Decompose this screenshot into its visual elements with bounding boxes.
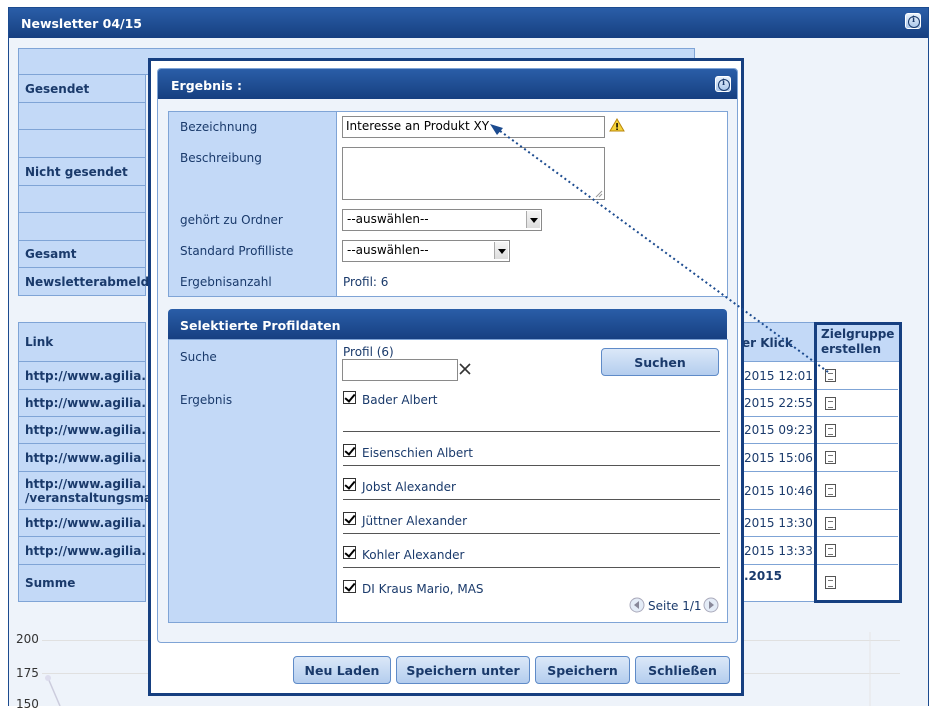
result-divider <box>343 431 720 432</box>
ergebnis-label: Ergebnis <box>180 393 233 407</box>
speichern-button[interactable]: Speichern <box>535 656 630 684</box>
suchen-button[interactable]: Suchen <box>601 348 719 376</box>
pager-label: Seite 1/1 <box>648 599 702 613</box>
result-name: Kohler Alexander <box>362 548 465 562</box>
suche-input[interactable] <box>342 359 458 381</box>
bezeichnung-input[interactable]: Interesse an Produkt XY <box>342 116 605 138</box>
dialog-body: Ergebnis : Bezeichnung Interesse an Prod… <box>157 68 738 643</box>
result-name: DI Kraus Mario, MAS <box>362 582 484 596</box>
beschreibung-label: Beschreibung <box>180 151 262 165</box>
chevron-down-icon <box>526 211 540 228</box>
result-checkbox[interactable] <box>343 580 356 593</box>
result-checkbox[interactable] <box>343 391 356 404</box>
suche-label: Suche <box>180 350 217 364</box>
neu-laden-button[interactable]: Neu Laden <box>293 656 391 684</box>
profilliste-select-value: --auswählen-- <box>347 243 429 257</box>
profil-count: Profil (6) <box>343 345 394 359</box>
section-title: Selektierte Profildaten <box>168 309 727 340</box>
clear-icon[interactable] <box>458 362 472 376</box>
result-checkbox[interactable] <box>343 546 356 559</box>
result-name: Jobst Alexander <box>362 480 456 494</box>
result-divider <box>343 533 720 534</box>
result-name: Jüttner Alexander <box>362 514 467 528</box>
profilliste-label: Standard Profilliste <box>180 244 294 258</box>
result-name: Eisenschien Albert <box>362 446 473 460</box>
info-icon[interactable] <box>715 76 731 92</box>
warning-icon <box>609 118 625 132</box>
result-checkbox[interactable] <box>343 512 356 525</box>
result-checkbox[interactable] <box>343 478 356 491</box>
speichern-unter-button[interactable]: Speichern unter <box>396 656 530 684</box>
ordner-select[interactable]: --auswählen-- <box>342 209 542 231</box>
prev-page-icon[interactable] <box>629 597 645 613</box>
bezeichnung-label: Bezeichnung <box>180 120 258 134</box>
result-divider <box>343 465 720 466</box>
ergebnis-form: Bezeichnung Interesse an Produkt XY Besc… <box>168 111 728 297</box>
result-divider <box>343 499 720 500</box>
ergebnisanzahl-label: Ergebnisanzahl <box>180 275 272 289</box>
result-divider <box>343 567 720 568</box>
result-name: Bader Albert <box>362 393 438 407</box>
ordner-label: gehört zu Ordner <box>180 213 283 227</box>
ergebnis-dialog: Ergebnis : Bezeichnung Interesse an Prod… <box>148 58 744 696</box>
ordner-select-value: --auswählen-- <box>347 212 429 226</box>
next-page-icon[interactable] <box>703 597 719 613</box>
schliessen-button[interactable]: Schließen <box>635 656 730 684</box>
profilliste-select[interactable]: --auswählen-- <box>342 240 510 262</box>
result-checkbox[interactable] <box>343 444 356 457</box>
resize-handle-icon[interactable] <box>595 190 603 198</box>
beschreibung-textarea[interactable] <box>342 147 605 200</box>
section-label-column <box>169 340 337 622</box>
form-label-column <box>169 112 337 296</box>
dialog-title: Ergebnis : <box>158 69 737 99</box>
chevron-down-icon <box>494 242 508 259</box>
ergebnisanzahl-value: Profil: 6 <box>343 275 389 289</box>
profildaten-box: Suche Profil (6) Suchen Ergebnis Bader A… <box>168 339 728 623</box>
